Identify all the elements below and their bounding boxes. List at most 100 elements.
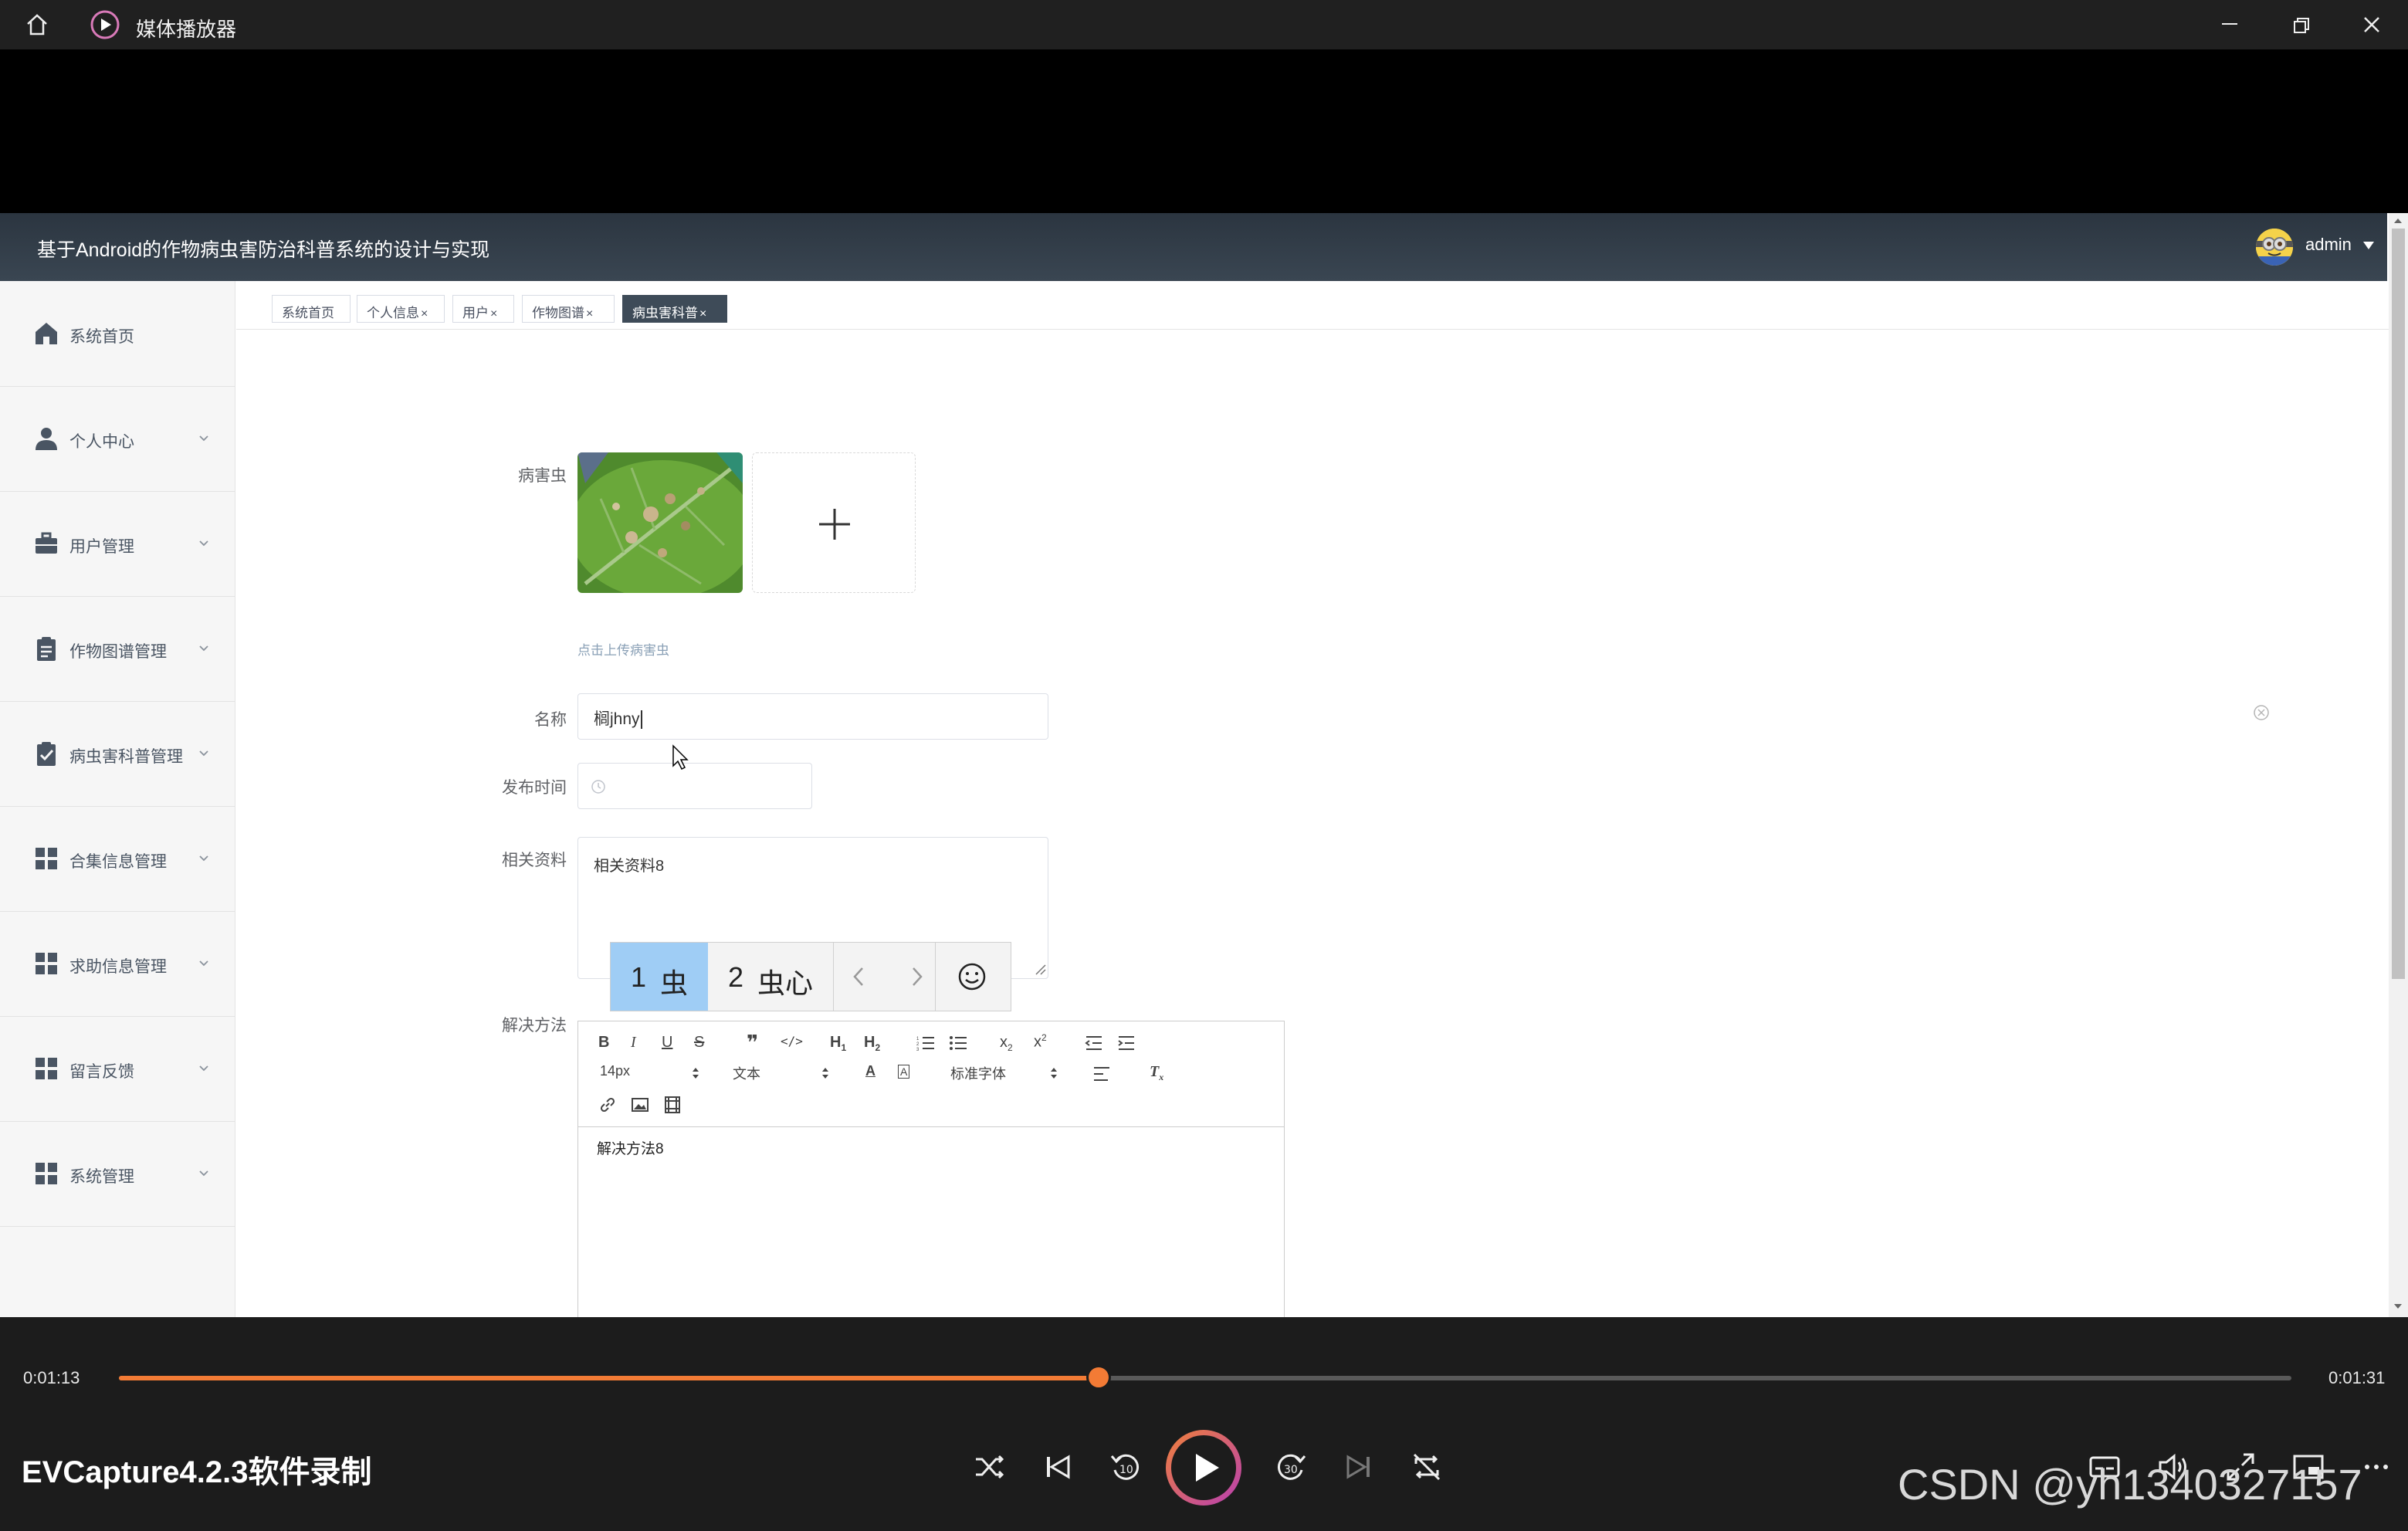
chevron-down-icon — [199, 540, 208, 547]
ime-candidate-index: 1 — [631, 961, 647, 993]
upload-add-button[interactable] — [752, 452, 916, 593]
more-icon[interactable] — [2356, 1447, 2396, 1487]
align-left-icon[interactable] — [1092, 1066, 1111, 1082]
user-name[interactable]: admin — [2305, 235, 2352, 255]
watermark: CSDN @yh1340327157 — [1898, 1460, 2362, 1509]
video-icon[interactable] — [663, 1096, 682, 1114]
minion-avatar-icon — [2256, 229, 2293, 266]
tab-label: 系统首页 — [282, 306, 334, 320]
block-type-select[interactable]: 文本 — [733, 1063, 760, 1083]
bullet-list-icon[interactable] — [949, 1035, 967, 1051]
sidebar-item[interactable]: 系统管理 — [0, 1121, 235, 1227]
related-info-label: 相关资料 — [502, 852, 567, 869]
minimize-button[interactable] — [2194, 0, 2265, 49]
caret-down-icon[interactable] — [2362, 241, 2375, 250]
upload-hint: 点击上传病害虫 — [577, 643, 669, 658]
clear-format-icon[interactable]: Tx — [1150, 1063, 1163, 1083]
subscript-icon[interactable]: x2 — [1000, 1034, 1013, 1053]
link-icon[interactable] — [598, 1096, 617, 1114]
ime-divider — [833, 943, 834, 1011]
play-button[interactable] — [1166, 1430, 1241, 1506]
sidebar-item[interactable]: 个人中心 — [0, 386, 235, 492]
strike-icon[interactable]: S — [694, 1034, 704, 1052]
svg-text:30: 30 — [1284, 1464, 1298, 1476]
shuffle-icon[interactable] — [970, 1447, 1010, 1487]
font-color-icon[interactable]: A — [865, 1063, 875, 1079]
name-input-value: 榈jhny — [594, 710, 640, 728]
superscript-icon[interactable]: x2 — [1034, 1032, 1047, 1052]
resize-handle-icon[interactable] — [1034, 963, 1046, 975]
indent-icon[interactable] — [1117, 1035, 1136, 1051]
code-block-icon[interactable]: </> — [781, 1034, 803, 1048]
sidebar-item[interactable]: 用户管理 — [0, 491, 235, 597]
chevron-down-icon — [199, 750, 208, 757]
chevron-left-icon[interactable] — [850, 966, 869, 987]
tab[interactable]: 用户 × — [452, 295, 514, 323]
bold-icon[interactable]: B — [598, 1034, 609, 1052]
sidebar-item[interactable]: 作物图谱管理 — [0, 596, 235, 702]
checklist-icon — [37, 742, 56, 766]
close-window-button[interactable] — [2336, 0, 2407, 49]
elapsed-time: 0:01:13 — [23, 1368, 80, 1387]
editor-toolbar: B I U S ❞ </> H1 H2 123 x2 x2 14px 文本 A … — [578, 1021, 1284, 1127]
ime-candidate-1[interactable]: 1 虫 — [611, 943, 708, 1011]
name-input[interactable]: 榈jhny — [577, 693, 1048, 740]
font-family-select[interactable]: 标准字体 — [950, 1063, 1006, 1083]
sidebar-item[interactable]: 系统首页 — [0, 281, 235, 387]
scrollbar-thumb[interactable] — [2392, 229, 2405, 979]
restore-button[interactable] — [2265, 0, 2336, 49]
previous-icon[interactable] — [1038, 1447, 1078, 1487]
tab[interactable]: 作物图谱 × — [522, 295, 615, 323]
image-icon[interactable] — [631, 1097, 649, 1113]
seek-bar[interactable] — [119, 1376, 2291, 1380]
underline-icon[interactable]: U — [662, 1034, 672, 1052]
italic-icon[interactable]: I — [631, 1034, 636, 1052]
clear-circle-icon[interactable] — [2253, 704, 2270, 721]
tab-close-icon[interactable]: × — [699, 307, 706, 320]
heading2-icon[interactable]: H2 — [864, 1034, 880, 1053]
blockquote-icon[interactable]: ❞ — [747, 1031, 758, 1055]
sidebar-item[interactable]: 留言反馈 — [0, 1016, 235, 1122]
rich-text-editor[interactable]: B I U S ❞ </> H1 H2 123 x2 x2 14px 文本 A … — [577, 1021, 1285, 1317]
ime-candidate-text: 虫 — [660, 967, 689, 999]
sidebar-item[interactable]: 求助信息管理 — [0, 911, 235, 1017]
sidebar-item-label: 系统管理 — [69, 1168, 134, 1186]
select-arrows-icon — [1051, 1068, 1057, 1079]
next-icon[interactable] — [1339, 1447, 1379, 1487]
seek-bar-played — [119, 1376, 1099, 1380]
background-color-icon[interactable]: A — [898, 1065, 910, 1079]
outdent-icon[interactable] — [1085, 1035, 1103, 1051]
font-size-select[interactable]: 14px — [600, 1063, 630, 1079]
clipboard-icon — [37, 637, 56, 661]
related-info-value: 相关资料8 — [594, 858, 665, 875]
mouse-cursor-icon — [672, 744, 689, 771]
emoji-icon[interactable] — [957, 961, 987, 992]
publish-time-label: 发布时间 — [502, 779, 567, 797]
briefcase-icon — [36, 532, 57, 554]
chevron-down-icon — [199, 960, 208, 967]
scroll-up-icon[interactable] — [2393, 218, 2403, 224]
uploaded-pest-image[interactable] — [577, 452, 743, 593]
tab[interactable]: 病虫害科普 × — [622, 295, 727, 323]
tab[interactable]: 个人信息 × — [357, 295, 445, 323]
media-player-logo-icon — [90, 10, 120, 39]
avatar[interactable] — [2256, 229, 2293, 266]
ordered-list-icon[interactable]: 123 — [916, 1035, 935, 1051]
tab-close-icon[interactable]: × — [490, 307, 497, 320]
sidebar-item[interactable]: 病虫害科普管理 — [0, 701, 235, 807]
forward-30-icon[interactable]: 30 — [1271, 1447, 1311, 1487]
tab-close-icon[interactable]: × — [421, 307, 428, 320]
rewind-10-icon[interactable]: 10 — [1106, 1447, 1146, 1487]
home-icon[interactable] — [23, 11, 51, 39]
heading1-icon[interactable]: H1 — [830, 1034, 846, 1053]
chevron-right-icon[interactable] — [907, 966, 926, 987]
ime-candidate-2[interactable]: 2 虫心 — [710, 943, 833, 1011]
tab[interactable]: 系统首页 — [272, 295, 351, 323]
repeat-off-icon[interactable] — [1407, 1447, 1447, 1487]
scroll-down-icon[interactable] — [2393, 1303, 2403, 1309]
publish-time-picker[interactable] — [577, 763, 812, 809]
seek-thumb[interactable] — [1086, 1365, 1112, 1390]
tab-close-icon[interactable]: × — [586, 307, 593, 320]
sidebar-item[interactable]: 合集信息管理 — [0, 806, 235, 912]
chevron-down-icon — [199, 1170, 208, 1177]
